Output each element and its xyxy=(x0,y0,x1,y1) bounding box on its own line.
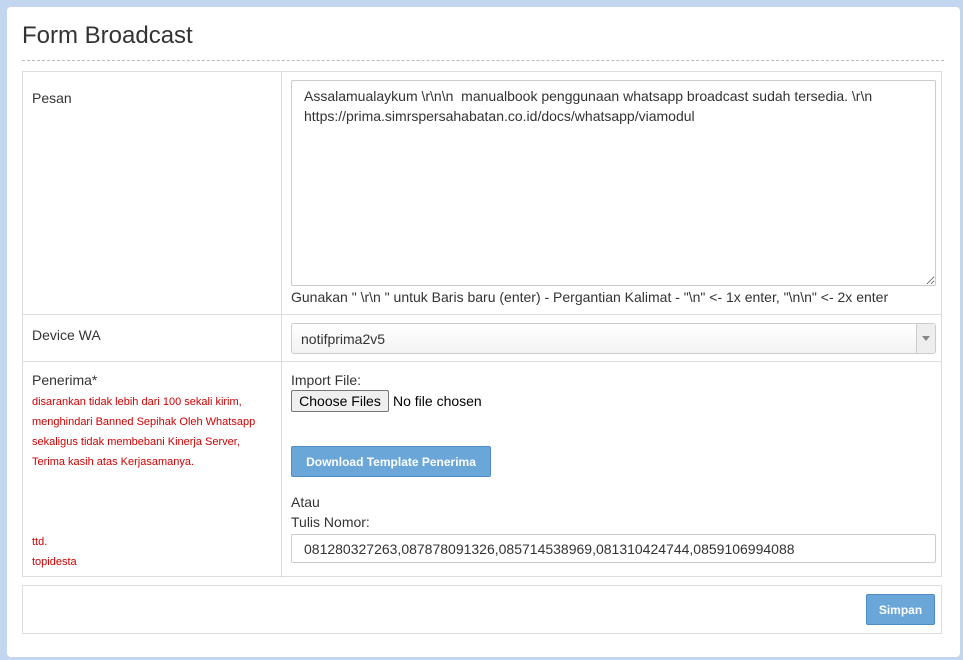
atau-label: Atau xyxy=(291,494,320,510)
warning-note: menghindari Banned Sepihak Oleh Whatsapp xyxy=(32,416,256,428)
message-textarea[interactable] xyxy=(291,80,936,286)
device-label: Device WA xyxy=(32,327,101,343)
file-status-text: No file chosen xyxy=(393,393,482,409)
download-template-button[interactable]: Download Template Penerima xyxy=(291,446,491,477)
chevron-down-icon[interactable] xyxy=(916,324,935,353)
penerima-label: Penerima* xyxy=(32,372,98,388)
pesan-label-cell: Pesan xyxy=(23,72,282,314)
tulis-nomor-label: Tulis Nomor: xyxy=(291,514,370,530)
phone-numbers-input[interactable] xyxy=(291,534,936,563)
form-footer: Simpan xyxy=(22,585,942,634)
choose-files-button[interactable]: Choose Files xyxy=(291,390,389,412)
penerima-label-cell: Penerima* disarankan tidak lebih dari 10… xyxy=(23,362,282,578)
warning-note: sekaligus tidak membebani Kinerja Server… xyxy=(32,436,240,448)
pesan-label: Pesan xyxy=(32,90,72,106)
save-button[interactable]: Simpan xyxy=(866,594,935,625)
warning-note: disarankan tidak lebih dari 100 sekali k… xyxy=(32,396,242,408)
message-hint: Gunakan " \r\n " untuk Baris baru (enter… xyxy=(291,289,889,305)
form-table: Pesan Gunakan " \r\n " untuk Baris baru … xyxy=(22,71,942,578)
device-label-cell: Device WA xyxy=(23,315,282,361)
import-file-label: Import File: xyxy=(291,372,362,388)
warning-note: Terima kasih atas Kerjasamanya. xyxy=(32,456,195,468)
row-pesan: Pesan Gunakan " \r\n " untuk Baris baru … xyxy=(23,72,941,315)
device-selected-value: notifprima2v5 xyxy=(301,331,386,347)
signature-name: topidesta xyxy=(32,556,77,568)
device-select[interactable]: notifprima2v5 xyxy=(291,323,936,354)
signature-line: ttd. xyxy=(32,536,48,548)
broadcast-panel: Form Broadcast Pesan Gunakan " \r\n " un… xyxy=(7,7,960,657)
row-penerima: Penerima* disarankan tidak lebih dari 10… xyxy=(23,362,941,578)
page-title: Form Broadcast xyxy=(22,22,193,49)
title-divider xyxy=(22,60,944,61)
row-device: Device WA notifprima2v5 xyxy=(23,315,941,362)
